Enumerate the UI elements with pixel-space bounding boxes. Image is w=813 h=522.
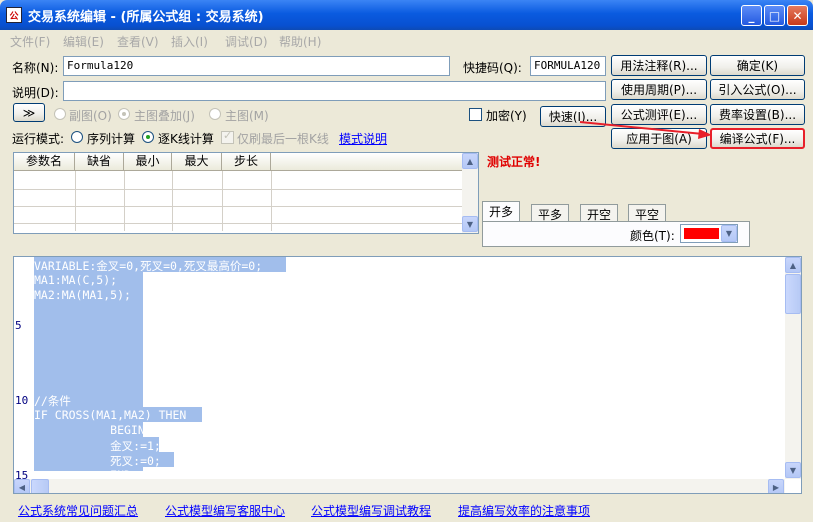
ok-button[interactable]: 确定(K) — [710, 55, 805, 76]
menu-file[interactable]: 文件(F) — [10, 33, 50, 50]
sub-chart-label: 副图(O) — [69, 109, 112, 123]
tutorial-link[interactable]: 公式模型编写调试教程 — [311, 502, 431, 519]
menu-view[interactable]: 查看(V) — [117, 33, 159, 50]
description-input[interactable] — [63, 81, 606, 101]
line-number: 5 — [15, 319, 22, 332]
compile-formula-button[interactable]: 编译公式(F)... — [710, 128, 805, 149]
import-formula-button[interactable]: 引入公式(O)... — [710, 79, 805, 100]
menu-help[interactable]: 帮助(H) — [279, 33, 321, 50]
code-line: 金叉:=1; — [34, 439, 161, 453]
fee-settings-button[interactable]: 费率设置(B)... — [710, 104, 805, 125]
sub-chart-radio[interactable] — [54, 108, 66, 120]
scroll-down-icon[interactable]: ▼ — [462, 216, 478, 232]
grid-line — [271, 171, 272, 231]
sequence-calc-label: 序列计算 — [87, 132, 136, 146]
scroll-up-icon[interactable]: ▲ — [462, 153, 478, 169]
kline-calc-label: 逐K线计算 — [158, 132, 214, 146]
encrypt-checkbox[interactable] — [469, 108, 482, 121]
code-editor[interactable]: 5 10 15 VARIABLE:金叉=0,死叉=0,死叉最高价=0; MA1:… — [13, 256, 802, 494]
code-line: VARIABLE:金叉=0,死叉=0,死叉最高价=0; — [34, 259, 263, 273]
code-line: MA1:MA(C,5); — [34, 273, 118, 287]
menu-bar: 文件(F) 编辑(E) 查看(V) 插入(I) 调试(D) 帮助(H) — [0, 30, 813, 50]
efficiency-tips-link[interactable]: 提高编写效率的注意事项 — [458, 502, 590, 519]
code-line: 死叉:=0; — [34, 454, 161, 468]
red-arrow-annotation — [579, 121, 712, 139]
code-line: MA2:MA(MA1,5); — [34, 288, 131, 302]
run-mode-label: 运行模式: — [12, 132, 65, 146]
color-label: 颜色(T): — [630, 229, 675, 243]
menu-insert[interactable]: 插入(I) — [171, 33, 208, 50]
param-table-header: 参数名 缺省 最小 最大 步长 — [14, 153, 464, 171]
sequence-calc-radio[interactable] — [71, 131, 83, 143]
param-table[interactable]: 参数名 缺省 最小 最大 步长 ▲ ▼ — [13, 152, 479, 234]
scroll-up-icon[interactable]: ▲ — [785, 257, 801, 273]
code-line: IF CROSS(MA1,MA2) THEN — [34, 408, 187, 422]
formula-app-icon[interactable]: 公 — [6, 7, 22, 23]
main-overlay-radio[interactable] — [118, 108, 130, 120]
col-min[interactable]: 最小 — [124, 153, 172, 171]
maximize-button[interactable]: □ — [764, 5, 785, 26]
window-title: 交易系统编辑 - (所属公式组 : 交易系统) — [28, 10, 264, 25]
line-number: 10 — [15, 394, 29, 407]
col-filler — [271, 153, 464, 171]
expand-button[interactable]: ≫ — [13, 103, 45, 122]
tab-close-short[interactable]: 平空 — [628, 204, 667, 222]
main-overlay-label: 主图叠加(J) — [134, 109, 195, 123]
grid-line — [222, 171, 223, 231]
scroll-right-icon[interactable]: ▶ — [768, 479, 784, 493]
refresh-last-checkbox[interactable] — [221, 129, 234, 144]
code-line: //条件 — [34, 394, 71, 408]
scroll-left-icon[interactable]: ◀ — [14, 479, 30, 493]
close-button[interactable]: ✕ — [787, 5, 808, 26]
mode-help-link[interactable]: 模式说明 — [339, 130, 387, 147]
shortcut-label: 快捷码(Q): — [463, 61, 522, 75]
main-chart-radio[interactable] — [209, 108, 221, 120]
grid-line — [124, 171, 125, 231]
editor-vertical-scrollbar[interactable]: ▲ ▼ — [785, 257, 801, 479]
name-input[interactable]: Formula120 — [63, 56, 450, 76]
grid-line — [172, 171, 173, 231]
col-max[interactable]: 最大 — [172, 153, 222, 171]
description-label: 说明(D): — [12, 86, 59, 100]
color-select[interactable]: ▼ — [680, 224, 738, 243]
minimize-button[interactable]: _ — [741, 5, 762, 26]
param-vertical-scrollbar[interactable]: ▲ ▼ — [462, 153, 478, 233]
encrypt-label: 加密(Y) — [486, 109, 527, 123]
usage-notes-button[interactable]: 用法注释(R)... — [611, 55, 707, 76]
arrow-head — [698, 129, 712, 139]
col-default[interactable]: 缺省 — [75, 153, 124, 171]
grid-line — [14, 206, 464, 207]
col-param-name[interactable]: 参数名 — [14, 153, 75, 171]
scroll-down-icon[interactable]: ▼ — [785, 462, 801, 478]
menu-edit[interactable]: 编辑(E) — [63, 33, 104, 50]
editor-horizontal-scrollbar[interactable]: ◀ ▶ — [14, 479, 785, 493]
grid-line — [14, 189, 464, 190]
color-swatch — [684, 228, 719, 239]
tab-close-long[interactable]: 平多 — [531, 204, 570, 222]
code-line: BEGIN — [34, 423, 145, 437]
test-status: 测试正常! — [487, 155, 541, 169]
scroll-thumb[interactable] — [785, 274, 801, 314]
kline-calc-radio[interactable] — [142, 131, 154, 143]
usage-period-button[interactable]: 使用周期(P)... — [611, 79, 707, 100]
arrow-line — [579, 121, 704, 135]
refresh-last-label: 仅刷最后一根K线 — [237, 132, 329, 146]
grid-line — [14, 223, 464, 224]
faq-link[interactable]: 公式系统常见问题汇总 — [18, 502, 138, 519]
support-center-link[interactable]: 公式模型编写客服中心 — [165, 502, 285, 519]
tab-open-short[interactable]: 开空 — [580, 204, 619, 222]
col-step[interactable]: 步长 — [222, 153, 271, 171]
grid-line — [75, 171, 76, 231]
chevron-down-icon[interactable]: ▼ — [721, 225, 737, 242]
tab-open-long[interactable]: 开多 — [482, 201, 521, 222]
shortcut-input[interactable]: FORMULA120 — [530, 56, 606, 76]
menu-debug[interactable]: 调试(D) — [225, 33, 268, 50]
main-chart-label: 主图(M) — [225, 109, 269, 123]
scroll-thumb[interactable] — [31, 479, 49, 493]
name-label: 名称(N): — [12, 61, 59, 75]
